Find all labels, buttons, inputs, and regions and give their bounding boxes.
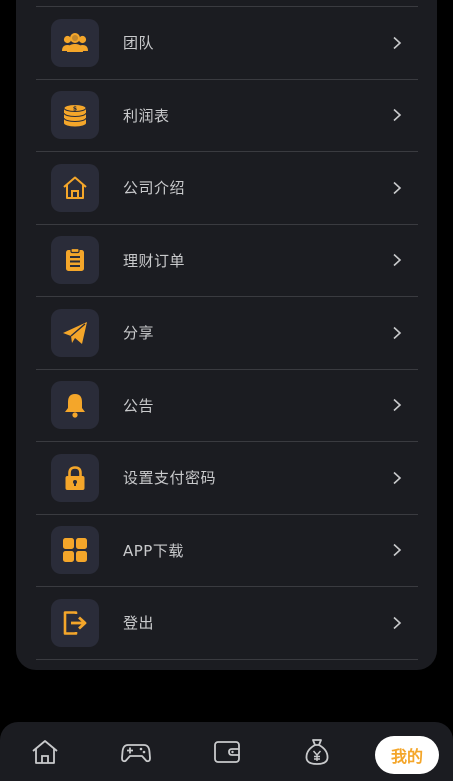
menu-item-logout[interactable]: 登出 [36, 587, 418, 660]
menu-item-label: 利润表 [123, 106, 170, 125]
chevron-right-icon [390, 253, 404, 267]
menu-item-label: 团队 [123, 34, 155, 53]
menu-item-share[interactable]: 分享 [36, 297, 418, 370]
chevron-right-icon [390, 398, 404, 412]
chevron-right-icon [390, 471, 404, 485]
bell-icon [51, 381, 99, 430]
menu-item-payment-password[interactable]: 设置支付密码 [36, 442, 418, 515]
lock-icon [51, 453, 99, 502]
home-outline-icon [51, 163, 99, 212]
grid-icon [51, 526, 99, 575]
chevron-right-icon [390, 181, 404, 195]
menu-item-announcement[interactable]: 公告 [36, 370, 418, 442]
menu-item-label: 分享 [123, 324, 155, 343]
chevron-right-icon [390, 543, 404, 557]
menu-item-label: 公司介绍 [123, 179, 186, 198]
menu-card: 团队 $ 利润表 公司介绍 理财订单 分享 公告 设置支付密码 APP下载 登出 [16, 0, 437, 670]
wallet-icon [212, 737, 242, 771]
menu-item-profit[interactable]: $ 利润表 [36, 80, 418, 152]
menu-item-label: 设置支付密码 [123, 469, 217, 488]
money-bag-icon [302, 737, 332, 771]
chevron-right-icon [390, 326, 404, 340]
menu-item-label: 登出 [123, 614, 155, 633]
coins-icon: $ [51, 91, 99, 140]
menu-item-app-download[interactable]: APP下载 [36, 515, 418, 587]
menu-item-label: 理财订单 [123, 251, 186, 270]
profile-page: 团队 $ 利润表 公司介绍 理财订单 分享 公告 设置支付密码 APP下载 登出… [0, 0, 453, 781]
tab-home[interactable] [25, 734, 65, 774]
tab-finance[interactable] [297, 734, 337, 774]
chevron-right-icon [390, 108, 404, 122]
tab-mine-label: 我的 [390, 747, 423, 766]
menu-item-company[interactable]: 公司介绍 [36, 152, 418, 225]
menu-list: 团队 $ 利润表 公司介绍 理财订单 分享 公告 设置支付密码 APP下载 登出 [36, 6, 418, 660]
menu-item-team[interactable]: 团队 [36, 7, 418, 80]
home-icon [30, 737, 60, 771]
clipboard-icon [51, 236, 99, 285]
team-icon [51, 18, 99, 67]
tab-mine[interactable]: 我的 [375, 736, 439, 774]
bottom-tab-bar: 我的 [0, 722, 453, 781]
logout-icon [51, 598, 99, 647]
menu-item-label: 公告 [123, 396, 155, 415]
paper-plane-icon [51, 308, 99, 357]
menu-item-orders[interactable]: 理财订单 [36, 225, 418, 297]
svg-text:$: $ [73, 106, 77, 113]
tab-wallet[interactable] [207, 734, 247, 774]
chevron-right-icon [390, 616, 404, 630]
menu-item-label: APP下载 [123, 541, 184, 560]
chevron-right-icon [390, 36, 404, 50]
tab-games[interactable] [116, 734, 156, 774]
gamepad-icon [121, 737, 151, 771]
